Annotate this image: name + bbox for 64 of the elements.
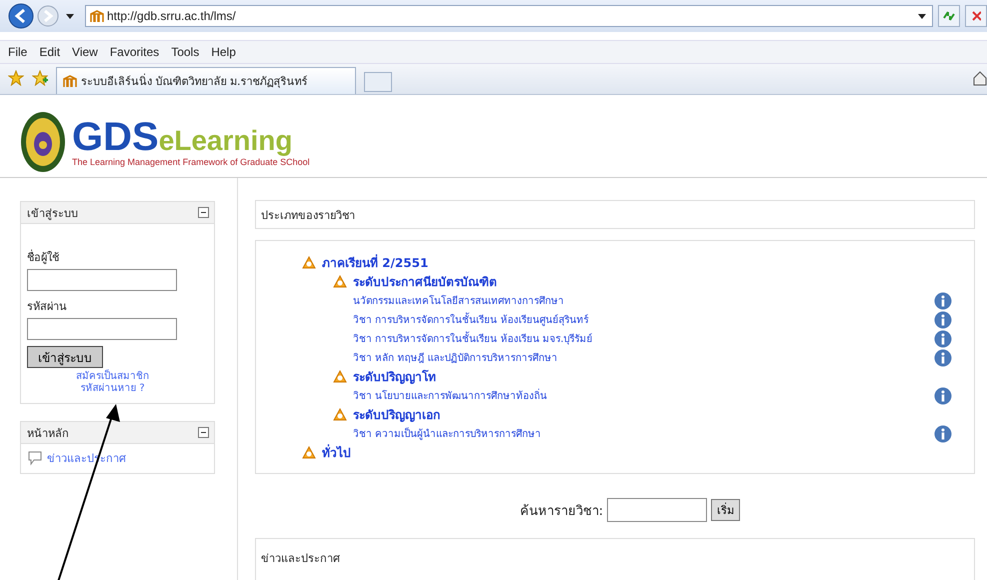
course-link[interactable]: วิชา การบริหารจัดการในชั้นเรียน ห้องเรียนศูนย์สุรินทร์ [353,312,934,327]
category-icon [333,370,347,384]
menu-item[interactable]: View [68,45,106,59]
course-link[interactable]: วิชา การบริหารจัดการในชั้นเรียน ห้องเรียน มจร.บุรีรัมย์ [353,331,934,346]
field-label: ชื่อผู้ใช้ [27,248,60,266]
category-icon [333,408,347,422]
password-field[interactable] [27,318,177,340]
category-icon [302,256,316,270]
section-title: ข่าวและประกาศ [261,551,340,567]
search-field[interactable] [607,498,708,522]
username-field[interactable] [27,269,177,291]
emblem-icon [20,111,66,173]
home-icon[interactable] [973,70,987,86]
logo-tagline: The Learning Management Framework of Graduate SChool [72,157,310,167]
section-title: ประเภทของรายวิชา [261,208,355,224]
address-field[interactable]: http://gdb.srru.ac.th/lms/ [85,5,933,27]
menu-item[interactable]: Favorites [106,45,168,59]
panel-title: เข้าสู่ระบบ [27,206,78,222]
category-link[interactable]: ระดับปริญญาเอก [353,405,440,424]
collapse-icon[interactable] [198,207,209,218]
refresh-button[interactable] [938,5,960,27]
search-button[interactable]: เริ่ม [711,499,740,521]
browser-tab[interactable]: ระบบอีเลิร์นนิ่ง บัณฑิตวิทยาลัย ม.ราชภัฏสุรินทร์ [56,67,356,94]
add-favorite-icon[interactable] [32,70,48,86]
login-button[interactable]: เข้าสู่ระบบ [27,346,103,368]
link[interactable]: สมัครเป็นสมาชิก [76,371,149,383]
search-label: ค้นหารายวิชา: [520,502,604,520]
info-icon[interactable] [934,424,952,442]
caret-icon[interactable] [918,14,926,18]
back-button[interactable] [8,3,34,29]
panel-title: หน้าหลัก [27,426,69,442]
site-icon [90,10,104,22]
menu-item[interactable]: Edit [35,45,68,59]
menu-item[interactable]: File [4,45,36,59]
refresh-icon [942,9,956,23]
course-link[interactable]: วิชา หลัก ทฤษฎี และปฏิบัติการบริหารการศึกษา [353,350,934,365]
close-icon [971,9,981,23]
course-link[interactable]: วิชา นโยบายและการพัฒนาการศึกษาท้องถิ่น [353,388,934,403]
info-icon[interactable] [934,310,952,328]
course-link[interactable]: นวัตกรรมและเทคโนโลยีสารสนเทศทางการศึกษา [353,293,934,308]
speech-bubble-icon [27,450,43,466]
stop-button[interactable] [965,5,987,27]
menu-item[interactable]: Help [207,45,244,59]
star-icon[interactable] [8,70,24,86]
logo-subtitle: eLearning [158,127,292,155]
caret-icon[interactable] [66,14,74,18]
link[interactable]: รหัสผ่านหาย ? [80,383,145,395]
logo-title: GDS [72,117,159,157]
info-icon[interactable] [934,348,952,366]
category-link[interactable]: ทั่วไป [322,443,351,462]
info-icon[interactable] [934,292,952,310]
course-link[interactable]: วิชา ความเป็นผู้นำและการบริหารการศึกษา [353,426,934,441]
category-icon [333,274,347,288]
info-icon[interactable] [934,330,952,348]
collapse-icon[interactable] [198,427,209,438]
field-label: รหัสผ่าน [27,299,68,315]
category-icon [302,446,316,460]
forward-button[interactable] [37,5,59,27]
category-link[interactable]: ระดับประกาศนียบัตรบัณฑิต [353,272,497,291]
menu-item[interactable]: Tools [167,45,208,59]
site-icon [63,75,77,87]
category-link[interactable]: ระดับปริญญาโท [353,367,436,386]
info-icon[interactable] [934,386,952,404]
category-link[interactable]: ภาคเรียนที่ 2/2551 [322,253,428,272]
